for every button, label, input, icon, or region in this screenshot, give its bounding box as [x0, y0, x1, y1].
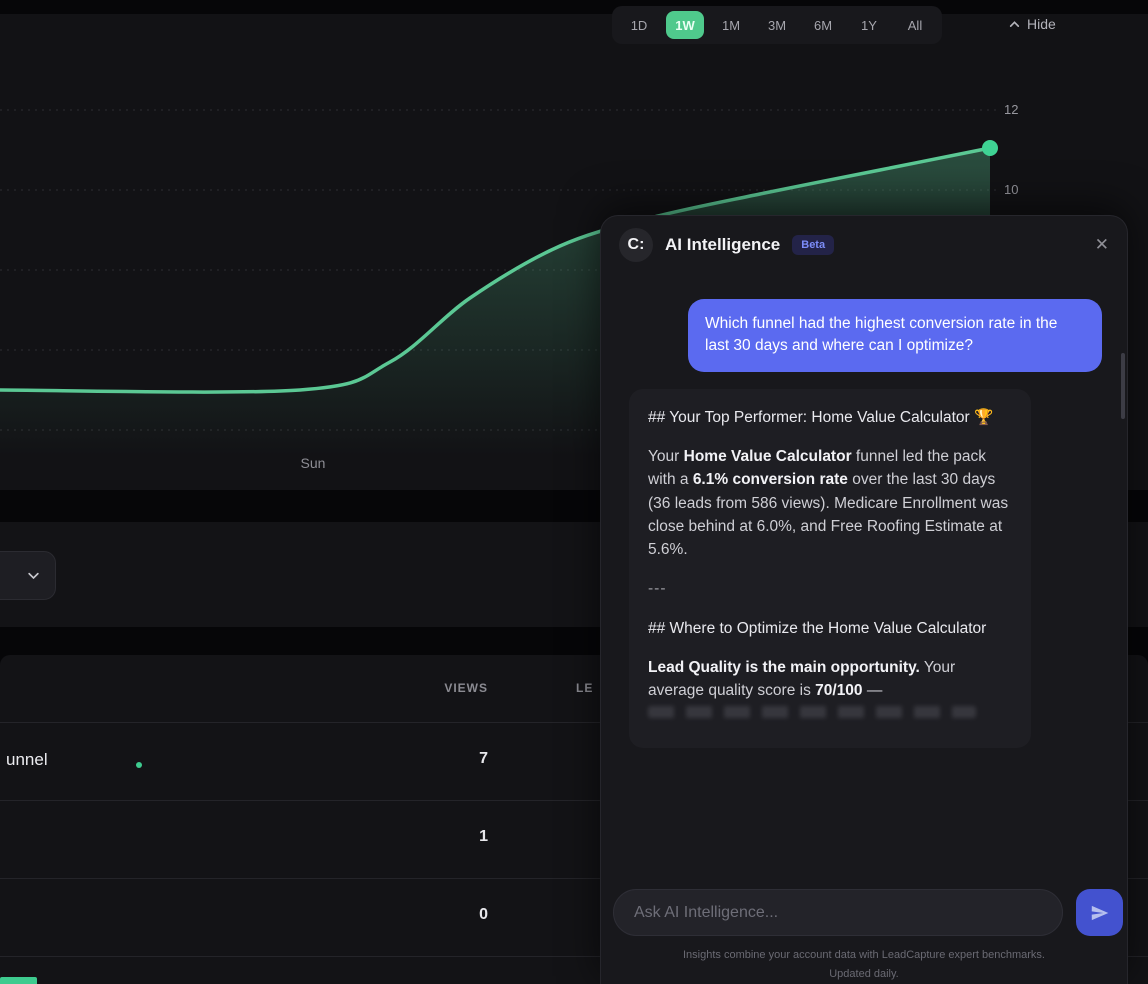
assistant-paragraph: Lead Quality is the main opportunity. Yo…	[648, 656, 1012, 703]
column-header-leads[interactable]: LE	[576, 681, 593, 695]
assistant-divider: ---	[648, 577, 1012, 600]
beta-badge: Beta	[792, 235, 834, 255]
hide-label: Hide	[1027, 16, 1056, 32]
ai-disclaimer: Insights combine your account data with …	[601, 946, 1127, 983]
dashboard-page: 1210864 Sun 1D 1W 1M 3M 6M 1Y All Hide V…	[0, 0, 1148, 984]
timeframe-1d[interactable]: 1D	[620, 11, 658, 39]
disclaimer-line-1: Insights combine your account data with …	[601, 946, 1127, 965]
views-value: 7	[420, 750, 488, 768]
ai-intelligence-panel: C: AI Intelligence Beta ✕ Which funnel h…	[600, 215, 1128, 984]
timeframe-toolbar: 1D 1W 1M 3M 6M 1Y All	[612, 6, 942, 44]
close-icon[interactable]: ✕	[1095, 235, 1109, 255]
assistant-message-bubble: ## Your Top Performer: Home Value Calcul…	[629, 389, 1031, 749]
ask-ai-input[interactable]	[613, 889, 1063, 936]
hide-chart-button[interactable]: Hide	[1008, 10, 1056, 38]
assistant-paragraph: Your Home Value Calculator funnel led th…	[648, 445, 1012, 561]
y-tick-label: 10	[1004, 182, 1040, 197]
y-tick-label: 12	[1004, 102, 1040, 117]
filter-dropdown-button[interactable]	[0, 551, 56, 600]
views-value: 0	[420, 906, 488, 924]
timeframe-all[interactable]: All	[896, 11, 934, 39]
assistant-heading: ## Your Top Performer: Home Value Calcul…	[648, 406, 1012, 429]
timeframe-6m[interactable]: 6M	[804, 11, 842, 39]
paper-plane-icon	[1090, 903, 1110, 923]
timeframe-1y[interactable]: 1Y	[850, 11, 888, 39]
x-axis-label: Sun	[301, 455, 326, 471]
scrollbar-thumb[interactable]	[1121, 353, 1125, 419]
timeframe-1w[interactable]: 1W	[666, 11, 704, 39]
ai-input-row	[613, 889, 1123, 936]
column-header-views[interactable]: VIEWS	[420, 681, 488, 695]
chevron-down-icon	[26, 568, 41, 583]
send-button[interactable]	[1076, 889, 1123, 936]
timeframe-3m[interactable]: 3M	[758, 11, 796, 39]
ai-logo-icon: C:	[619, 228, 653, 262]
partial-row-indicator	[0, 977, 37, 984]
ai-panel-title: AI Intelligence	[665, 235, 780, 255]
ai-panel-header: C: AI Intelligence Beta ✕	[601, 216, 1127, 274]
timeframe-1m[interactable]: 1M	[712, 11, 750, 39]
clipped-text-line	[648, 706, 976, 718]
assistant-heading: ## Where to Optimize the Home Value Calc…	[648, 617, 1012, 640]
chat-messages: Which funnel had the highest conversion …	[601, 274, 1127, 881]
active-status-dot	[136, 762, 142, 768]
message-fade-overlay	[601, 835, 1127, 881]
funnel-name: unnel	[6, 750, 48, 770]
user-message-bubble: Which funnel had the highest conversion …	[688, 299, 1102, 372]
views-value: 1	[420, 828, 488, 846]
chevron-up-icon	[1008, 18, 1021, 31]
disclaimer-line-2: Updated daily.	[601, 965, 1127, 984]
